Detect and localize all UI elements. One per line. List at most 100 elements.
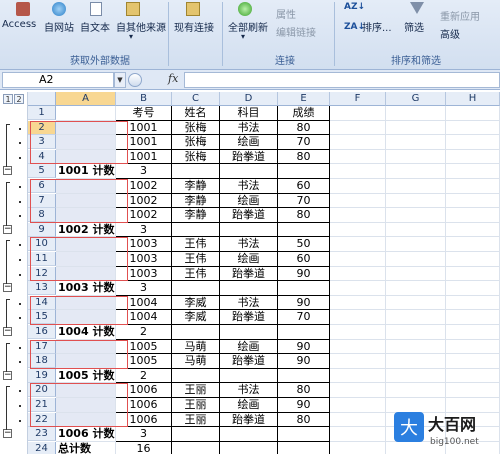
cell-d3[interactable]: 绘画 xyxy=(220,135,278,150)
cell-b16[interactable]: 2 xyxy=(116,325,172,340)
cell-b9[interactable]: 3 xyxy=(116,222,172,238)
cell-c7[interactable]: 李静 xyxy=(172,193,220,209)
cell-e14[interactable]: 90 xyxy=(278,295,330,311)
cell-a1[interactable] xyxy=(56,106,116,121)
cell-h7[interactable] xyxy=(446,193,500,209)
cell-c10[interactable]: 王伟 xyxy=(172,237,220,252)
column-header-a[interactable]: A xyxy=(56,92,116,106)
cell-e22[interactable]: 80 xyxy=(278,412,330,428)
cell-d18[interactable]: 跆拳道 xyxy=(220,354,278,369)
access-button[interactable]: Access xyxy=(2,19,36,30)
cell-g18[interactable] xyxy=(386,354,446,369)
cell-c8[interactable]: 李静 xyxy=(172,208,220,223)
cell-e8[interactable]: 80 xyxy=(278,208,330,223)
row-header-16[interactable]: 16 xyxy=(28,325,56,339)
row-header-24[interactable]: 24 xyxy=(28,441,56,454)
cell-f7[interactable] xyxy=(330,193,386,209)
cell-e3[interactable]: 70 xyxy=(278,135,330,150)
cell-g10[interactable] xyxy=(386,237,446,252)
cell-c17[interactable]: 马萌 xyxy=(172,339,220,355)
outline-level-2[interactable]: 2 xyxy=(14,94,24,104)
cell-d22[interactable]: 跆拳道 xyxy=(220,412,278,428)
cell-h17[interactable] xyxy=(446,339,500,355)
cell-c23[interactable] xyxy=(172,427,220,442)
cell-h19[interactable] xyxy=(446,368,500,384)
cell-f12[interactable] xyxy=(330,266,386,282)
cell-f5[interactable] xyxy=(330,164,386,179)
cell-f18[interactable] xyxy=(330,354,386,369)
collapse-group-button[interactable]: − xyxy=(3,429,12,439)
cell-d6[interactable]: 书法 xyxy=(220,179,278,194)
cell-a23[interactable]: 1006 计数 xyxy=(56,427,116,442)
cell-g16[interactable] xyxy=(386,325,446,340)
cell-f6[interactable] xyxy=(330,179,386,194)
formula-input[interactable] xyxy=(184,72,500,88)
sort-button[interactable]: 排序... xyxy=(362,19,392,34)
cell-d5[interactable] xyxy=(220,164,278,179)
cell-d21[interactable]: 绘画 xyxy=(220,398,278,413)
refresh-all-button[interactable]: 全部刷新 xyxy=(228,19,268,34)
cell-h9[interactable] xyxy=(446,222,500,238)
cell-f11[interactable] xyxy=(330,252,386,267)
cell-g8[interactable] xyxy=(386,208,446,223)
cell-d11[interactable]: 绘画 xyxy=(220,252,278,267)
cell-c18[interactable]: 马萌 xyxy=(172,354,220,369)
collapse-group-button[interactable]: − xyxy=(3,370,12,380)
cell-e23[interactable] xyxy=(278,427,330,442)
cell-c9[interactable] xyxy=(172,222,220,238)
cell-f9[interactable] xyxy=(330,222,386,238)
cell-e11[interactable]: 60 xyxy=(278,252,330,267)
cell-c3[interactable]: 张梅 xyxy=(172,135,220,150)
cell-f10[interactable] xyxy=(330,237,386,252)
collapse-group-button[interactable]: − xyxy=(3,283,12,293)
properties-button[interactable]: 属性 xyxy=(276,6,296,21)
chevron-down-icon[interactable]: ▾ xyxy=(241,32,245,41)
cell-d10[interactable]: 书法 xyxy=(220,237,278,252)
cell-d13[interactable] xyxy=(220,281,278,296)
cell-f23[interactable] xyxy=(330,427,386,442)
cell-h11[interactable] xyxy=(446,252,500,267)
cell-c6[interactable]: 李静 xyxy=(172,179,220,194)
row-header-13[interactable]: 13 xyxy=(28,281,56,296)
cell-c5[interactable] xyxy=(172,164,220,179)
cell-d2[interactable]: 书法 xyxy=(220,120,278,136)
advanced-button[interactable]: 高级 xyxy=(440,26,460,41)
cell-f16[interactable] xyxy=(330,325,386,340)
reapply-button[interactable]: 重新应用 xyxy=(440,8,480,23)
cell-d12[interactable]: 跆拳道 xyxy=(220,266,278,282)
row-header-5[interactable]: 5 xyxy=(28,164,56,179)
row-header-23[interactable]: 23 xyxy=(28,427,56,442)
cell-g3[interactable] xyxy=(386,135,446,150)
cell-f4[interactable] xyxy=(330,149,386,165)
cell-c14[interactable]: 李威 xyxy=(172,295,220,311)
cell-a5[interactable]: 1001 计数 xyxy=(56,164,116,179)
cell-b1[interactable]: 考号 xyxy=(116,106,172,121)
cell-d8[interactable]: 跆拳道 xyxy=(220,208,278,223)
cell-g6[interactable] xyxy=(386,179,446,194)
cell-e20[interactable]: 80 xyxy=(278,383,330,398)
cell-h15[interactable] xyxy=(446,310,500,325)
cell-e12[interactable]: 90 xyxy=(278,266,330,282)
cell-e16[interactable] xyxy=(278,325,330,340)
cell-d19[interactable] xyxy=(220,368,278,384)
cell-e4[interactable]: 80 xyxy=(278,149,330,165)
collapse-group-button[interactable]: − xyxy=(3,224,12,234)
cell-a13[interactable]: 1003 计数 xyxy=(56,281,116,296)
collapse-group-button[interactable]: − xyxy=(3,166,12,176)
cell-h20[interactable] xyxy=(446,383,500,398)
row-header-1[interactable]: 1 xyxy=(28,106,56,120)
cell-b13[interactable]: 3 xyxy=(116,281,172,296)
cell-f20[interactable] xyxy=(330,383,386,398)
column-header-g[interactable]: G xyxy=(386,92,446,106)
collapse-group-button[interactable]: − xyxy=(3,327,12,336)
cell-h2[interactable] xyxy=(446,120,500,136)
cell-f22[interactable] xyxy=(330,412,386,428)
cell-h12[interactable] xyxy=(446,266,500,282)
cell-g11[interactable] xyxy=(386,252,446,267)
cell-h1[interactable] xyxy=(446,106,500,121)
cell-c12[interactable]: 王伟 xyxy=(172,266,220,282)
cell-b5[interactable]: 3 xyxy=(116,164,172,179)
column-header-e[interactable]: E xyxy=(278,92,330,106)
text-button[interactable]: 自文本 xyxy=(80,19,110,34)
cell-a19[interactable]: 1005 计数 xyxy=(56,368,116,384)
